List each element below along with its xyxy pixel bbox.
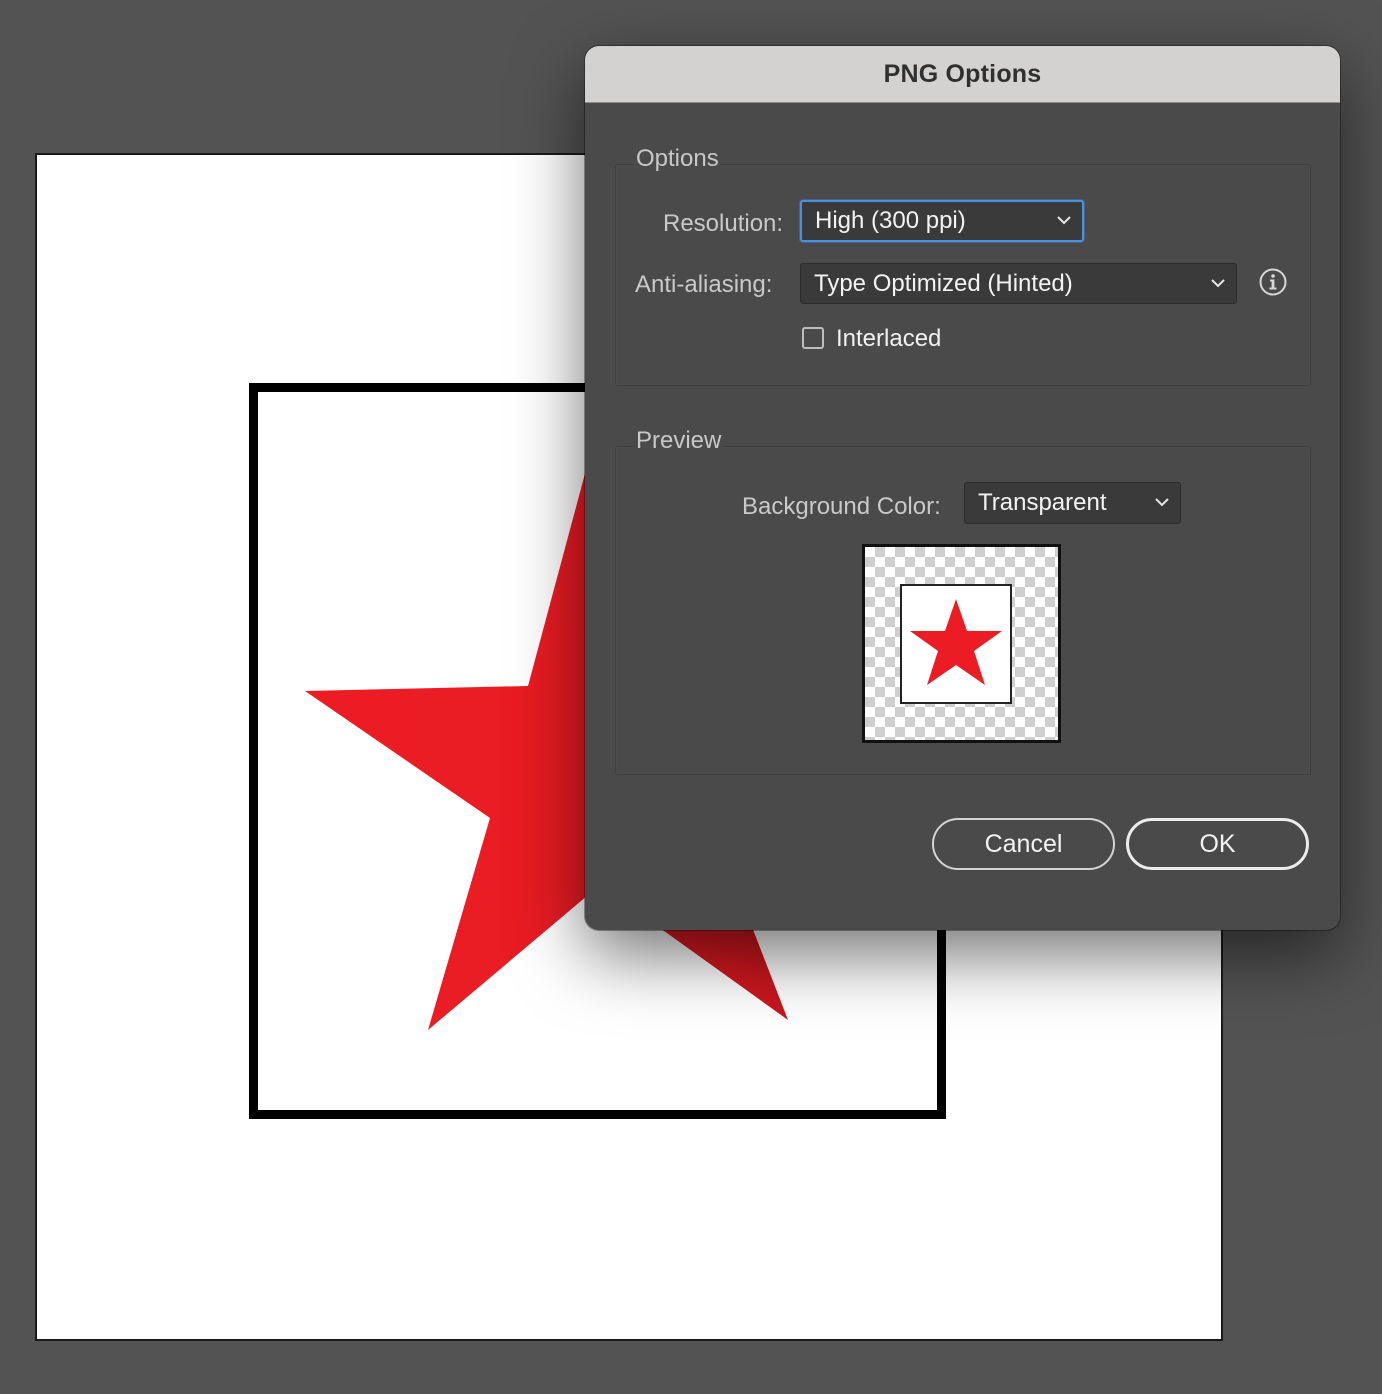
chevron-down-icon	[1211, 278, 1225, 287]
info-icon[interactable]	[1258, 267, 1288, 297]
resolution-value: High (300 ppi)	[815, 207, 966, 234]
dialog-title: PNG Options	[883, 59, 1042, 88]
preview-legend: Preview	[634, 427, 724, 455]
options-legend: Options	[634, 145, 721, 173]
dialog-titlebar[interactable]: PNG Options	[585, 46, 1340, 103]
chevron-down-icon	[1057, 216, 1071, 225]
resolution-select[interactable]: High (300 ppi)	[800, 200, 1084, 242]
background-color-value: Transparent	[978, 489, 1107, 516]
chevron-down-icon	[1155, 498, 1169, 507]
app-canvas: PNG Options Options Resolution: High (30…	[0, 0, 1382, 1394]
cancel-button[interactable]: Cancel	[932, 818, 1115, 870]
resolution-label: Resolution:	[663, 210, 784, 237]
preview-star	[910, 599, 1002, 685]
background-color-select[interactable]: Transparent	[964, 482, 1181, 524]
interlaced-checkbox[interactable]	[802, 327, 824, 349]
preview-artboard	[900, 584, 1012, 704]
preview-thumbnail	[862, 544, 1061, 743]
png-options-dialog: PNG Options Options Resolution: High (30…	[585, 46, 1340, 930]
anti-aliasing-label: Anti-aliasing:	[635, 271, 773, 298]
anti-aliasing-value: Type Optimized (Hinted)	[814, 269, 1073, 297]
background-color-label: Background Color:	[742, 493, 941, 520]
anti-aliasing-select[interactable]: Type Optimized (Hinted)	[800, 263, 1237, 304]
interlaced-label[interactable]: Interlaced	[836, 325, 941, 353]
ok-button[interactable]: OK	[1126, 818, 1309, 870]
